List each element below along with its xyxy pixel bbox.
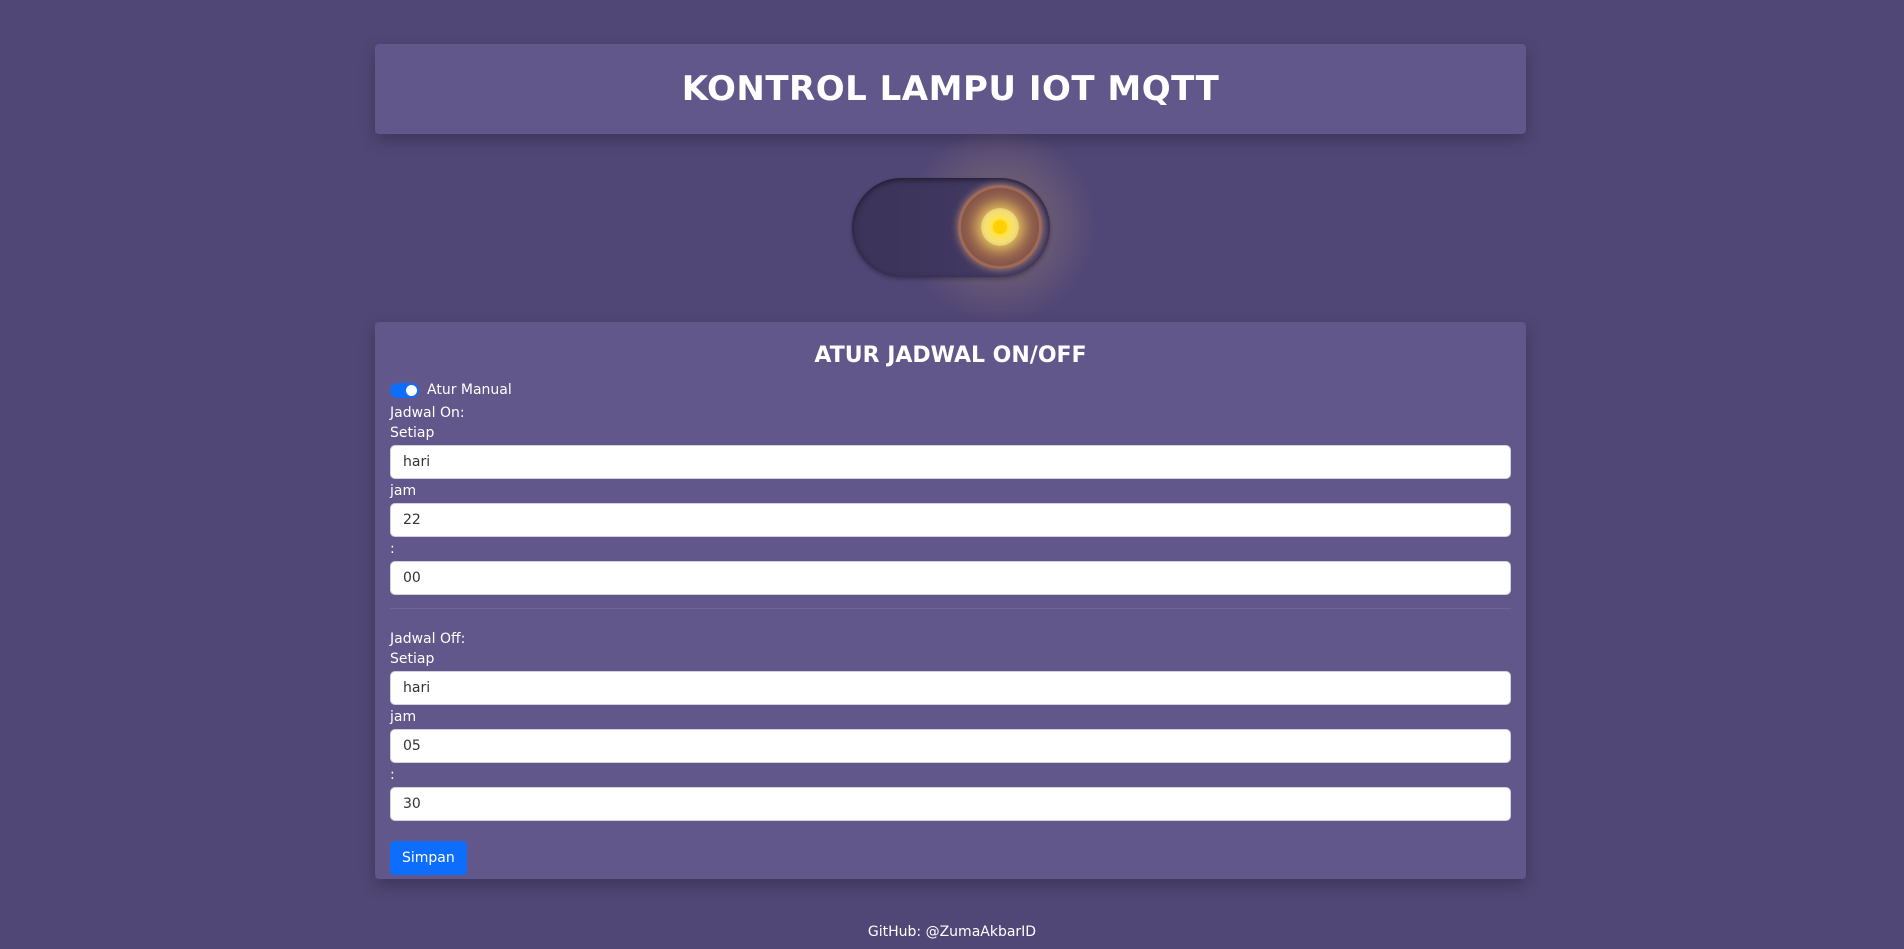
manual-toggle-row: Atur Manual [390,380,1511,400]
header-card: KONTROL LAMPU IOT MQTT [375,44,1526,134]
lamp-toggle-knob[interactable] [958,185,1042,269]
on-schedule-title: Jadwal On: [390,405,465,421]
schedule-title: ATUR JADWAL ON/OFF [814,343,1087,368]
divider [390,608,1511,609]
off-every-label: Setiap [390,651,435,667]
off-hour-input[interactable] [390,729,1511,763]
on-every-label: Setiap [390,425,435,441]
on-minute-input[interactable] [390,561,1511,595]
on-hour-input[interactable] [390,503,1511,537]
light-bulb-icon [981,208,1019,246]
off-every-input[interactable] [390,671,1511,705]
on-every-input[interactable] [390,445,1511,479]
off-minute-input[interactable] [390,787,1511,821]
off-hour-label: jam [390,709,417,725]
off-schedule-title: Jadwal Off: [390,631,466,647]
on-separator-label: : [390,541,395,557]
off-separator-label: : [390,767,395,783]
page-title: KONTROL LAMPU IOT MQTT [681,69,1220,109]
save-button[interactable]: Simpan [390,841,467,875]
schedule-card: ATUR JADWAL ON/OFF Atur Manual Jadwal On… [375,322,1526,879]
manual-label: Atur Manual [427,382,512,398]
page: KONTROL LAMPU IOT MQTT ATUR JADWAL ON/OF… [0,0,1904,949]
on-hour-label: jam [390,483,417,499]
footer-github-link[interactable]: GitHub: @ZumaAkbarID [0,924,1904,940]
manual-switch[interactable] [390,382,419,398]
